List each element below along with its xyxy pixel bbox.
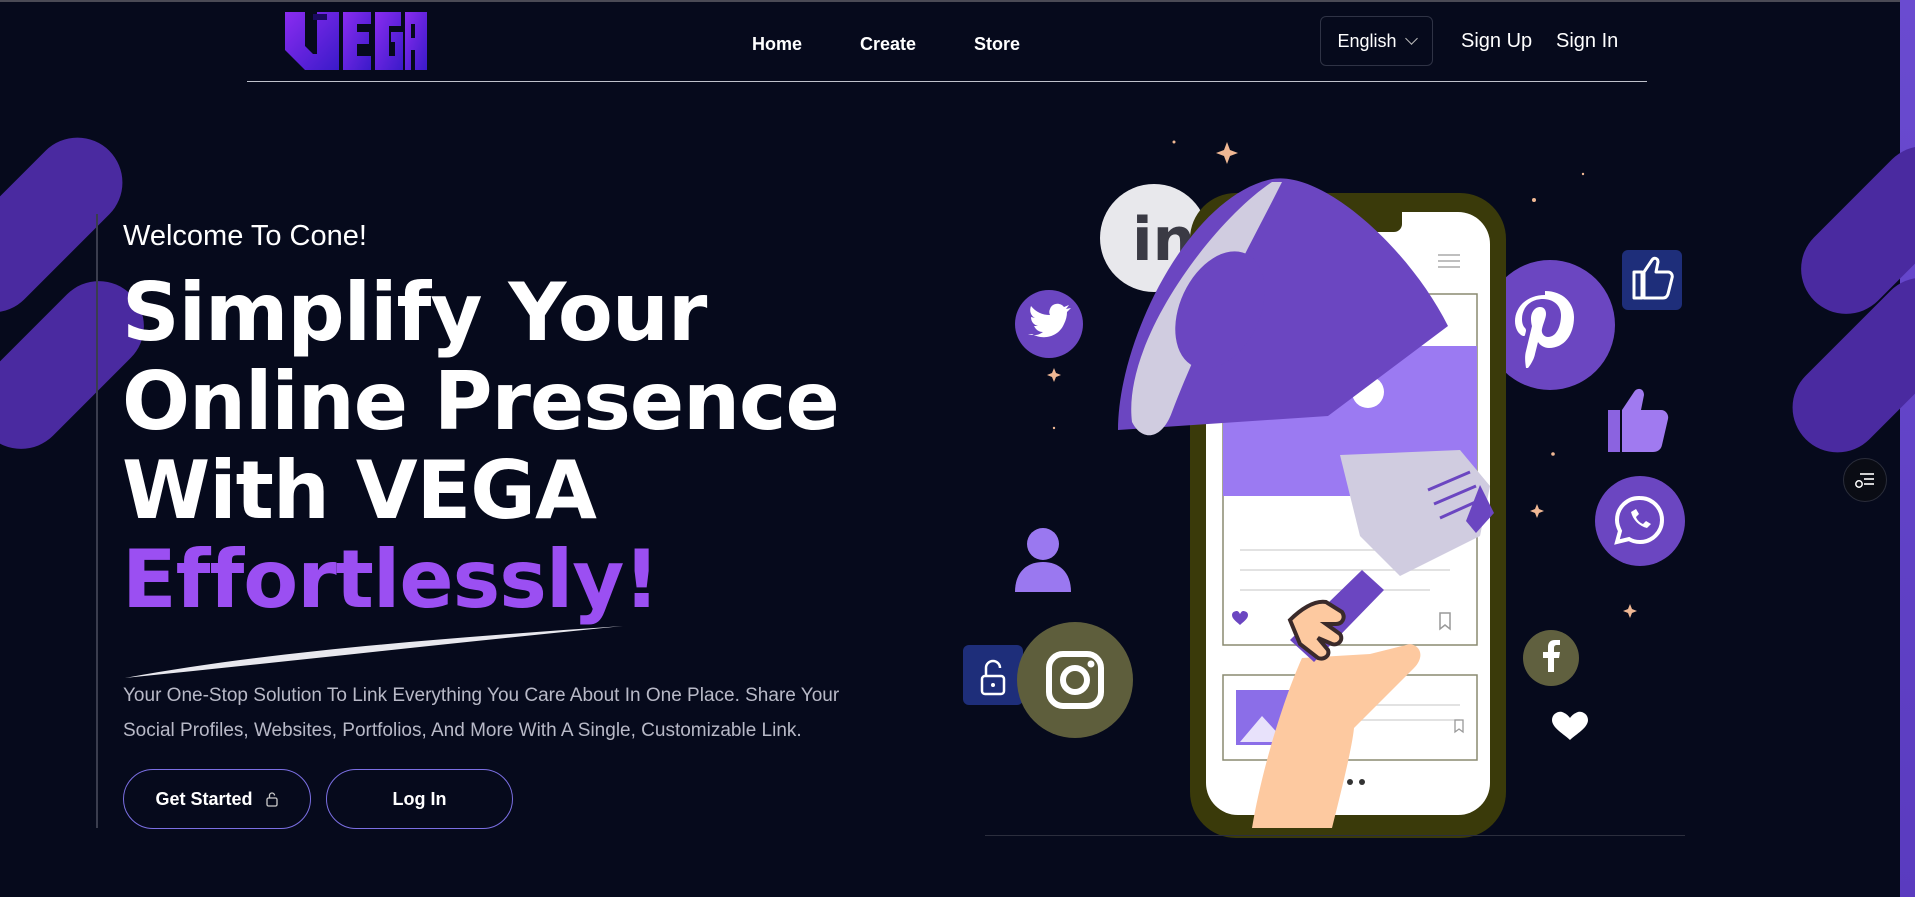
nav-home[interactable]: Home bbox=[752, 30, 802, 59]
user-icon bbox=[1015, 528, 1071, 592]
site-header: Home Create Store English Sign Up Sign I… bbox=[247, 0, 1647, 82]
heart-icon bbox=[1552, 711, 1588, 740]
nav-store[interactable]: Store bbox=[974, 30, 1020, 59]
facebook-icon bbox=[1523, 630, 1579, 686]
main-nav: Home Create Store bbox=[752, 30, 1020, 59]
language-label: English bbox=[1337, 30, 1397, 51]
hero-description: Your One-Stop Solution To Link Everythin… bbox=[123, 685, 840, 741]
get-started-label: Get Started bbox=[155, 788, 253, 809]
sign-in-link[interactable]: Sign In bbox=[1556, 30, 1618, 53]
settings-list-icon bbox=[1855, 473, 1874, 488]
hero-divider bbox=[96, 214, 98, 828]
thumbs-up-icon bbox=[1622, 250, 1682, 310]
headline-line: With VEGA bbox=[122, 444, 597, 537]
hero-illustration: in bbox=[963, 140, 1685, 838]
illustration-baseline bbox=[985, 835, 1685, 836]
scrollbar[interactable] bbox=[1900, 0, 1915, 897]
headline-line: Simplify Your bbox=[122, 266, 707, 359]
twitter-icon bbox=[1015, 290, 1083, 358]
whatsapp-icon bbox=[1595, 476, 1685, 566]
get-started-button[interactable]: Get Started bbox=[123, 769, 311, 829]
chevron-down-icon bbox=[1404, 32, 1418, 45]
headline-line: Online Presence bbox=[122, 355, 840, 448]
language-select[interactable]: English bbox=[1320, 16, 1433, 66]
underline-swoosh bbox=[125, 626, 623, 678]
thumbs-up-icon bbox=[1608, 388, 1669, 452]
vega-logo[interactable] bbox=[283, 10, 429, 72]
hero-headline: Simplify Your Online Presence With VEGA … bbox=[122, 266, 840, 626]
accessibility-widget-button[interactable] bbox=[1843, 458, 1887, 502]
log-in-button[interactable]: Log In bbox=[326, 769, 513, 829]
lock-icon bbox=[265, 792, 278, 807]
instagram-icon bbox=[1017, 622, 1133, 738]
nav-create[interactable]: Create bbox=[860, 30, 916, 59]
welcome-text: Welcome To Cone! bbox=[123, 220, 367, 252]
headline-accent: Effortlessly! bbox=[122, 533, 660, 626]
lock-icon bbox=[963, 645, 1023, 705]
sign-up-link[interactable]: Sign Up bbox=[1461, 30, 1532, 53]
